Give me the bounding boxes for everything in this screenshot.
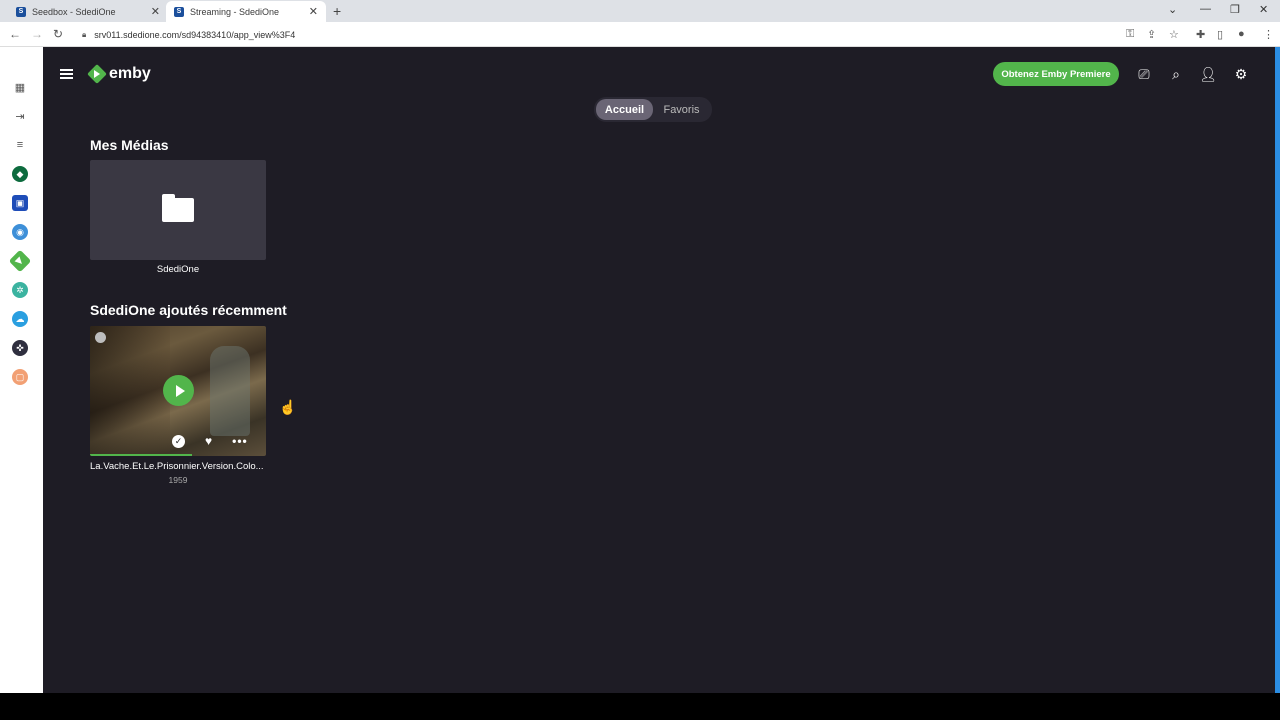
watch-progress-bar <box>90 454 193 456</box>
address-bar: ← → ↻ 🔒︎ srv011.sdedione.com/sd94383410/… <box>0 22 1280 47</box>
section-title-recent[interactable]: SdediOne ajoutés récemment <box>90 302 287 318</box>
key-icon[interactable]: ⚿ <box>1126 28 1134 41</box>
app-cloud-icon[interactable]: ☁ <box>12 311 28 327</box>
site-favicon-icon: S <box>174 6 184 17</box>
hand-cursor-icon: ☝ <box>279 399 297 415</box>
more-options-icon[interactable]: ••• <box>232 434 248 448</box>
library-name[interactable]: SdediOne <box>90 264 266 275</box>
app-blue-square-icon[interactable]: ▣ <box>12 195 28 211</box>
menu-dots-icon[interactable]: ⋮ <box>1263 28 1274 41</box>
reload-icon[interactable]: ↻ <box>53 27 63 41</box>
star-icon[interactable]: ☆ <box>1169 28 1179 41</box>
profile-icon[interactable]: ● <box>1238 28 1245 40</box>
back-icon[interactable]: ← <box>9 27 21 41</box>
app-light-blue-icon[interactable]: ◉ <box>12 224 28 240</box>
side-panel-icon[interactable]: ▯ <box>1217 28 1223 41</box>
app-dark-icon[interactable]: ✜ <box>12 340 28 356</box>
settings-gear-icon[interactable]: ⚙ <box>1232 65 1250 83</box>
site-favicon-icon: S <box>16 6 26 17</box>
launcher-sidebar: ▦ ⇥ ≡ ◆ ▣ ◉ ▶ ✲ ☁ ✜ ▢ <box>0 47 43 693</box>
forward-icon[interactable]: → <box>31 27 43 41</box>
url-field[interactable]: 🔒︎ srv011.sdedione.com/sd94383410/app_vi… <box>76 25 1156 44</box>
collapse-menu-icon[interactable]: ≡ <box>12 137 28 153</box>
close-window-icon[interactable]: ✕ <box>1259 3 1268 16</box>
share-icon[interactable]: ⇪ <box>1147 28 1156 41</box>
app-green-icon[interactable]: ◆ <box>12 166 28 182</box>
emby-app-icon[interactable]: ▶ <box>8 249 32 273</box>
app-gear-icon[interactable]: ✲ <box>12 282 28 298</box>
play-button[interactable] <box>163 375 194 406</box>
media-card[interactable]: ✓ ♥ ••• <box>90 326 266 456</box>
tab-title: Streaming - SdediOne <box>190 6 280 17</box>
user-icon[interactable]: 👤︎ <box>1199 65 1217 83</box>
media-title[interactable]: La.Vache.Et.Le.Prisonnier.Version.Colo..… <box>90 461 266 472</box>
cast-icon[interactable]: ⎚ <box>1135 65 1153 83</box>
played-check-icon[interactable]: ✓ <box>172 434 185 448</box>
new-tab-icon[interactable]: + <box>333 3 341 19</box>
card-actions: ✓ ♥ ••• <box>172 434 248 448</box>
home-tabs: Accueil Favoris <box>594 97 712 122</box>
minimize-icon[interactable]: — <box>1200 3 1211 15</box>
tab-favoris[interactable]: Favoris <box>653 99 710 120</box>
folder-icon <box>162 194 194 222</box>
emby-logo[interactable]: emby <box>87 64 151 84</box>
poster-figure <box>210 346 250 436</box>
browser-tab-streaming[interactable]: S Streaming - SdediOne ✕ <box>166 1 326 22</box>
tab-search-icon[interactable]: ⌄ <box>1168 3 1177 16</box>
tab-accueil[interactable]: Accueil <box>596 99 653 120</box>
close-tab-icon[interactable]: ✕ <box>309 5 318 18</box>
favorite-heart-icon[interactable]: ♥ <box>205 434 212 448</box>
lock-icon: 🔒︎ <box>82 29 87 39</box>
logo-text: emby <box>109 65 151 82</box>
scrollbar-edge <box>1275 47 1280 693</box>
browser-tab-strip: S Seedbox - SdediOne ✕ S Streaming - Sde… <box>0 0 1280 22</box>
menu-icon[interactable] <box>60 69 73 79</box>
app-orange-icon[interactable]: ▢ <box>12 369 28 385</box>
poster-shade <box>90 326 170 456</box>
extensions-icon[interactable]: ✚ <box>1196 28 1205 41</box>
tab-title: Seedbox - SdediOne <box>32 6 116 17</box>
close-tab-icon[interactable]: ✕ <box>151 5 160 18</box>
emby-app: emby Obtenez Emby Premiere ⎚ ⌕ 👤︎ ⚙ Accu… <box>43 47 1275 693</box>
restore-icon[interactable]: ❐ <box>1230 3 1240 16</box>
dashboard-icon[interactable]: ▦ <box>12 79 28 95</box>
section-title-media[interactable]: Mes Médias <box>90 137 169 153</box>
premiere-button[interactable]: Obtenez Emby Premiere <box>993 62 1119 86</box>
url-text: srv011.sdedione.com/sd94383410/app_view%… <box>94 29 296 40</box>
browser-tab-seedbox[interactable]: S Seedbox - SdediOne ✕ <box>8 1 168 22</box>
login-icon[interactable]: ⇥ <box>12 108 28 124</box>
library-card[interactable] <box>90 160 266 260</box>
bottom-bar <box>0 693 1280 720</box>
emby-logo-icon <box>87 64 107 84</box>
search-icon[interactable]: ⌕ <box>1167 65 1185 83</box>
select-circle-icon[interactable] <box>95 332 106 343</box>
media-year: 1959 <box>168 475 188 485</box>
